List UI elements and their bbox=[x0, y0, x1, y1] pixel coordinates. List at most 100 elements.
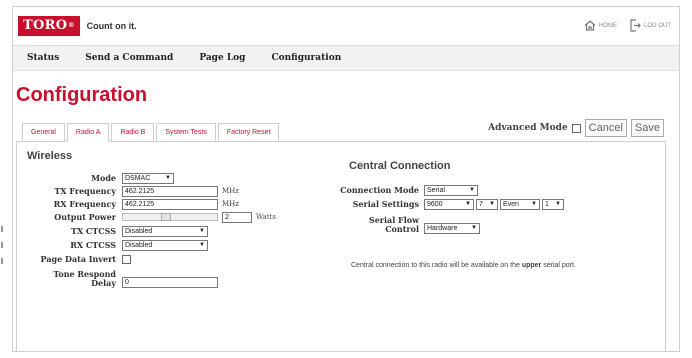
tx-frequency-unit: MHz bbox=[222, 187, 239, 195]
tab-radio-a[interactable]: Radio A bbox=[66, 123, 110, 142]
rx-ctcss-select[interactable]: Disabled ▼ bbox=[122, 239, 208, 251]
tagline: Count on it. bbox=[86, 21, 137, 31]
tone-respond-delay-row: Tone Respond Delay 0 bbox=[17, 266, 218, 288]
rx-ctcss-label: RX CTCSS bbox=[70, 239, 116, 250]
flow-control-value: Hardware bbox=[427, 225, 458, 232]
save-button[interactable]: Save bbox=[630, 119, 664, 137]
page-data-invert-row: Page Data Invert bbox=[17, 253, 131, 265]
stop-bits-select[interactable]: 1 ▼ bbox=[542, 198, 564, 210]
slider-thumb[interactable] bbox=[161, 213, 171, 221]
nav-item-send-command[interactable]: Send a Command bbox=[85, 53, 173, 63]
tx-ctcss-row: TX CTCSS Disabled ▼ bbox=[17, 225, 208, 237]
logo-text: TORO bbox=[23, 18, 68, 33]
tab-radio-b[interactable]: Radio B bbox=[111, 123, 155, 141]
main-nav: Status Send a Command Page Log Configura… bbox=[13, 45, 679, 71]
data-bits-select[interactable]: 7 ▼ bbox=[476, 198, 498, 210]
tx-ctcss-label: TX CTCSS bbox=[70, 225, 116, 236]
toolbar: Advanced Mode Cancel Save bbox=[488, 119, 664, 137]
nav-item-configuration[interactable]: Configuration bbox=[271, 53, 341, 63]
tab-general[interactable]: General bbox=[22, 123, 65, 141]
rx-frequency-input[interactable]: 462.2125 bbox=[122, 198, 218, 210]
serial-settings-row: Serial Settings 9600 ▼ 7 ▼ Even ▼ 1 ▼ bbox=[337, 198, 564, 210]
home-link[interactable]: HOME bbox=[584, 20, 617, 31]
page-title: Configuration bbox=[16, 84, 148, 106]
connection-mode-value: Serial bbox=[427, 186, 445, 194]
connection-mode-label: Connection Mode bbox=[340, 184, 419, 195]
radio-a-panel: Wireless Mode DSMAC ▼ TX Frequency 462.21… bbox=[16, 141, 666, 351]
margin-mark bbox=[1, 258, 3, 264]
tab-system-tests[interactable]: System Tests bbox=[156, 123, 216, 141]
chevron-down-icon: ▼ bbox=[199, 241, 205, 248]
stop-bits-value: 1 bbox=[545, 200, 549, 208]
output-power-slider[interactable] bbox=[122, 213, 218, 221]
chevron-down-icon: ▼ bbox=[471, 225, 477, 231]
tx-frequency-label: TX Frequency bbox=[54, 185, 116, 196]
toro-logo: TORO ® bbox=[18, 16, 80, 36]
tone-respond-label-line2: Delay bbox=[91, 278, 116, 288]
advanced-mode-checkbox[interactable] bbox=[571, 123, 581, 133]
chevron-down-icon: ▼ bbox=[199, 227, 205, 234]
mode-value: DSMAC bbox=[125, 174, 151, 182]
rx-frequency-label: RX Frequency bbox=[53, 198, 116, 209]
rx-ctcss-value: Disabled bbox=[125, 241, 153, 249]
logo-registered-mark: ® bbox=[68, 22, 75, 29]
flow-control-label: Serial Flow Control bbox=[337, 216, 419, 234]
chevron-down-icon: ▼ bbox=[555, 200, 561, 207]
connection-mode-row: Connection Mode Serial ▼ bbox=[337, 184, 478, 196]
logout-icon bbox=[630, 19, 641, 32]
tab-factory-reset[interactable]: Factory Reset bbox=[217, 123, 280, 141]
chevron-down-icon: ▼ bbox=[165, 174, 171, 181]
tabs-row: General Radio A Radio B System Tests Fac… bbox=[16, 119, 666, 142]
logout-label: LOG OUT bbox=[643, 22, 671, 29]
header-links: HOME LOG OUT bbox=[584, 19, 671, 32]
margin-mark bbox=[1, 226, 3, 232]
chevron-down-icon: ▼ bbox=[531, 200, 537, 207]
chevron-down-icon: ▼ bbox=[469, 186, 475, 193]
chevron-down-icon: ▼ bbox=[465, 200, 471, 207]
tx-frequency-row: TX Frequency 462.2125 MHz bbox=[17, 185, 239, 197]
note-bold: upper bbox=[521, 262, 542, 269]
nav-item-page-log[interactable]: Page Log bbox=[199, 53, 245, 63]
baud-select[interactable]: 9600 ▼ bbox=[424, 198, 474, 210]
mode-row: Mode DSMAC ▼ bbox=[17, 172, 174, 184]
rx-frequency-unit: MHz bbox=[222, 200, 239, 208]
central-connection-title: Central Connection bbox=[349, 160, 451, 172]
home-label: HOME bbox=[598, 22, 617, 29]
parity-value: Even bbox=[503, 200, 519, 208]
note-prefix: Central connection to this radio will be… bbox=[351, 262, 522, 269]
tone-respond-delay-input[interactable]: 0 bbox=[122, 277, 218, 288]
central-connection-note: Central connection to this radio will be… bbox=[351, 262, 576, 269]
rx-ctcss-row: RX CTCSS Disabled ▼ bbox=[17, 239, 208, 251]
nav-item-status[interactable]: Status bbox=[27, 53, 59, 63]
chevron-down-icon: ▼ bbox=[489, 200, 495, 207]
serial-settings-label: Serial Settings bbox=[352, 198, 419, 209]
wireless-section-title: Wireless bbox=[27, 150, 73, 162]
flow-control-select[interactable]: Hardware ▼ bbox=[424, 223, 480, 234]
home-icon bbox=[584, 20, 596, 31]
output-power-input[interactable]: 2 bbox=[222, 211, 252, 223]
header: TORO ® Count on it. HOME LOG OUT bbox=[13, 7, 679, 45]
mode-select[interactable]: DSMAC ▼ bbox=[122, 172, 174, 184]
page-data-invert-label: Page Data Invert bbox=[40, 253, 116, 264]
tx-ctcss-select[interactable]: Disabled ▼ bbox=[122, 225, 208, 237]
output-power-row: Output Power 2 Watts bbox=[17, 211, 276, 223]
note-suffix: serial port. bbox=[541, 262, 576, 269]
output-power-label: Output Power bbox=[54, 211, 116, 222]
advanced-mode-label: Advanced Mode bbox=[488, 123, 568, 133]
tab-bar: General Radio A Radio B System Tests Fac… bbox=[22, 123, 281, 142]
baud-value: 9600 bbox=[427, 200, 443, 208]
output-power-unit: Watts bbox=[256, 213, 276, 221]
tx-frequency-input[interactable]: 462.2125 bbox=[122, 185, 218, 197]
margin-mark bbox=[1, 242, 3, 248]
cancel-button[interactable]: Cancel bbox=[584, 119, 627, 137]
tx-ctcss-value: Disabled bbox=[125, 227, 153, 235]
page-data-invert-checkbox[interactable] bbox=[122, 254, 131, 264]
connection-mode-select[interactable]: Serial ▼ bbox=[424, 184, 478, 196]
logout-link[interactable]: LOG OUT bbox=[629, 19, 671, 32]
parity-select[interactable]: Even ▼ bbox=[500, 198, 540, 210]
rx-frequency-row: RX Frequency 462.2125 MHz bbox=[17, 198, 239, 210]
tone-respond-delay-label: Tone Respond Delay bbox=[17, 270, 116, 288]
flow-control-label-line2: Control bbox=[385, 224, 419, 234]
data-bits-value: 7 bbox=[479, 200, 483, 208]
mode-label: Mode bbox=[91, 172, 116, 183]
